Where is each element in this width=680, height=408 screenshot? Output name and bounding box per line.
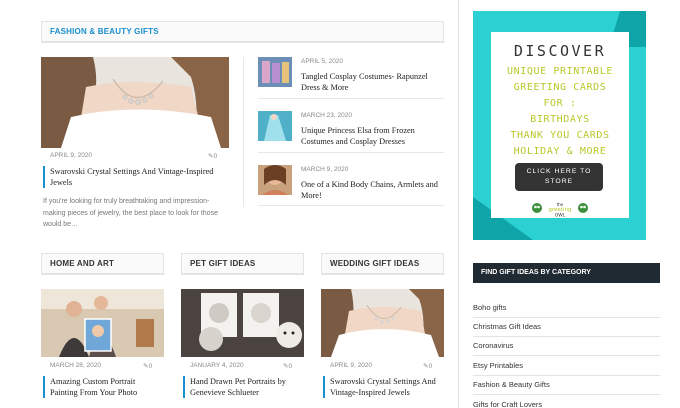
- category-link-craft-lovers[interactable]: Gifts for Craft Lovers: [473, 395, 660, 408]
- side-post-2-image[interactable]: [258, 111, 292, 141]
- pet-gift-post-image[interactable]: [181, 289, 304, 357]
- ad-line: FOR :: [543, 98, 577, 109]
- home-art-post-image[interactable]: [41, 289, 164, 357]
- side-post-separator: [258, 205, 444, 206]
- category-link-christmas[interactable]: Christmas Gift Ideas: [473, 317, 660, 337]
- ad-line: GREETING CARDS: [513, 82, 607, 93]
- side-post-separator: [258, 98, 444, 99]
- categories-widget-heading: Find Gift Ideas By Category: [473, 263, 660, 283]
- wedding-gift-comment-count: 0: [428, 363, 433, 370]
- category-link-fashion-beauty[interactable]: Fashion & Beauty Gifts: [473, 375, 660, 395]
- section-heading-wedding-gifts[interactable]: Wedding Gift Ideas: [321, 253, 444, 275]
- side-post-3-date: March 9, 2020: [301, 166, 349, 173]
- wedding-gift-post-title[interactable]: Swarovski Crystal Settings And Vintage-I…: [323, 376, 444, 398]
- category-link-etsy-printables[interactable]: Etsy Printables: [473, 356, 660, 376]
- pet-gift-post-date: January 4, 2020: [190, 362, 244, 369]
- main-post-date: April 9, 2020: [50, 152, 93, 159]
- main-post-excerpt: If you're looking for truly breathtaking…: [43, 198, 218, 228]
- main-post-image[interactable]: [41, 57, 229, 148]
- svg-text:greeting: greeting: [548, 207, 571, 213]
- side-post-1-image[interactable]: [258, 57, 292, 87]
- side-post-separator: [258, 152, 444, 153]
- pet-gift-post-comments[interactable]: ✎0: [283, 362, 292, 370]
- section-heading-home-art[interactable]: Home and Art: [41, 253, 164, 275]
- greeting-owl-logo: the greeting OWL: [531, 198, 589, 219]
- main-post-comment-count: 0: [213, 153, 218, 160]
- pet-gift-post-title[interactable]: Hand Drawn Pet Portraits by Genevieve Sc…: [183, 376, 304, 398]
- greeting-cards-ad-banner[interactable]: DISCOVER UNIQUE PRINTABLE GREETING CARDS…: [473, 11, 646, 240]
- home-art-post-date: March 28, 2020: [50, 362, 101, 369]
- svg-text:OWL: OWL: [555, 213, 566, 219]
- ad-line: THANK YOU CARDS: [510, 130, 610, 141]
- side-post-2-title[interactable]: Unique Princess Elsa from Frozen Costume…: [301, 125, 441, 147]
- side-post-1-date: April 5, 2020: [301, 58, 344, 65]
- wedding-gift-post-date: April 9, 2020: [330, 362, 373, 369]
- ad-line: BIRTHDAYS: [530, 114, 590, 125]
- featured-divider: [243, 57, 244, 207]
- pet-gift-comment-count: 0: [288, 363, 293, 370]
- category-link-coronavirus[interactable]: Coronavirus: [473, 336, 660, 356]
- ad-title: DISCOVER: [513, 42, 607, 60]
- side-post-3-title[interactable]: One of a Kind Body Chains, Armlets and M…: [301, 179, 445, 201]
- main-post-comments[interactable]: ✎0: [208, 152, 217, 160]
- ad-card: DISCOVER UNIQUE PRINTABLE GREETING CARDS…: [491, 32, 629, 219]
- home-art-post-title[interactable]: Amazing Custom Portrait Painting From Yo…: [43, 376, 164, 398]
- main-post-title[interactable]: Swarovski Crystal Settings And Vintage-I…: [43, 166, 229, 188]
- side-post-1-title[interactable]: Tangled Cosplay Costumes- Rapunzel Dress…: [301, 71, 441, 93]
- category-link-boho-gifts[interactable]: Boho gifts: [473, 298, 660, 318]
- ad-line: HOLIDAY & MORE: [513, 146, 607, 157]
- section-heading-fashion-beauty[interactable]: Fashion & Beauty Gifts: [41, 21, 444, 43]
- ad-click-here-button[interactable]: CLICK HERE TO STORE: [515, 163, 603, 191]
- home-art-post-comments[interactable]: ✎0: [143, 362, 152, 370]
- ad-line: UNIQUE PRINTABLE: [507, 66, 613, 77]
- wedding-gift-post-comments[interactable]: ✎0: [423, 362, 432, 370]
- wedding-gift-post-image[interactable]: [321, 289, 444, 357]
- side-post-2-date: March 23, 2020: [301, 112, 352, 119]
- sidebar-border: [458, 0, 459, 408]
- side-post-3-image[interactable]: [258, 165, 292, 195]
- section-heading-pet-gifts[interactable]: Pet Gift Ideas: [181, 253, 304, 275]
- home-art-comment-count: 0: [148, 363, 153, 370]
